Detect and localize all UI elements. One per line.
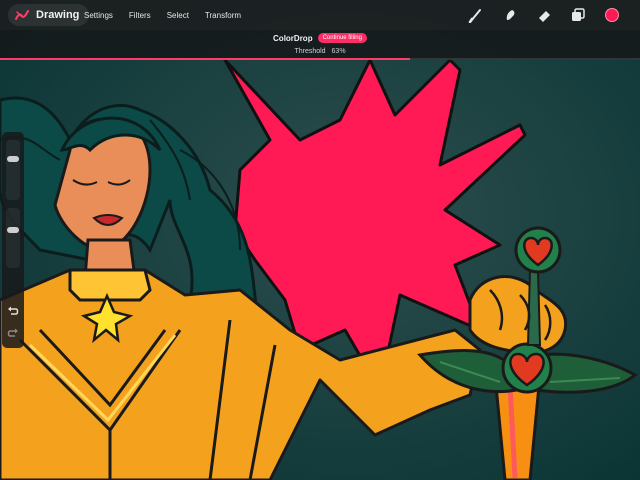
brush-size-handle[interactable] <box>7 156 19 162</box>
color-button[interactable] <box>604 7 620 23</box>
opacity-slider[interactable] <box>6 208 20 268</box>
layers-button[interactable] <box>570 7 586 23</box>
opacity-handle[interactable] <box>7 227 19 233</box>
threshold-slider[interactable] <box>0 58 640 60</box>
redo-icon <box>7 328 18 337</box>
redo-button[interactable] <box>6 326 20 340</box>
menu-item-select[interactable]: Select <box>167 11 189 20</box>
menu-item-settings[interactable]: Settings <box>84 11 113 20</box>
app-title: Drawing <box>36 9 80 21</box>
colordrop-label: ColorDrop <box>273 33 313 43</box>
eraser-tool-button[interactable] <box>536 7 552 23</box>
undo-icon <box>8 306 19 315</box>
drawing-canvas[interactable] <box>0 0 640 480</box>
sword-hilt <box>526 269 542 346</box>
colordrop-bar: ColorDrop Continue filling Threshold 63% <box>0 30 640 60</box>
brush-tool-button[interactable] <box>468 7 484 23</box>
smudge-icon <box>506 10 515 20</box>
brush-stroke-icon <box>15 10 29 20</box>
continue-filling-button[interactable]: Continue filling <box>317 33 367 43</box>
main-menu: Settings Filters Select Transform <box>84 0 241 30</box>
eraser-icon <box>539 11 550 22</box>
gallery-button[interactable]: Drawing <box>8 4 90 26</box>
color-swatch <box>605 8 619 22</box>
menu-item-transform[interactable]: Transform <box>205 11 241 20</box>
threshold-readout: Threshold 63% <box>0 48 640 55</box>
threshold-slider-fill <box>0 58 410 60</box>
armor-collar <box>68 268 152 302</box>
brush-icon <box>468 9 481 23</box>
smudge-tool-button[interactable] <box>502 7 518 23</box>
threshold-value: 63% <box>331 48 346 55</box>
undo-button[interactable] <box>6 304 20 318</box>
menu-item-filters[interactable]: Filters <box>129 11 151 20</box>
brush-size-slider[interactable] <box>6 140 20 200</box>
top-toolbar: Drawing Settings Filters Select Transfor… <box>0 0 640 30</box>
left-sidebar <box>2 132 24 348</box>
layers-icon <box>572 8 585 21</box>
threshold-label: Threshold <box>294 48 326 55</box>
tool-group <box>468 0 620 30</box>
